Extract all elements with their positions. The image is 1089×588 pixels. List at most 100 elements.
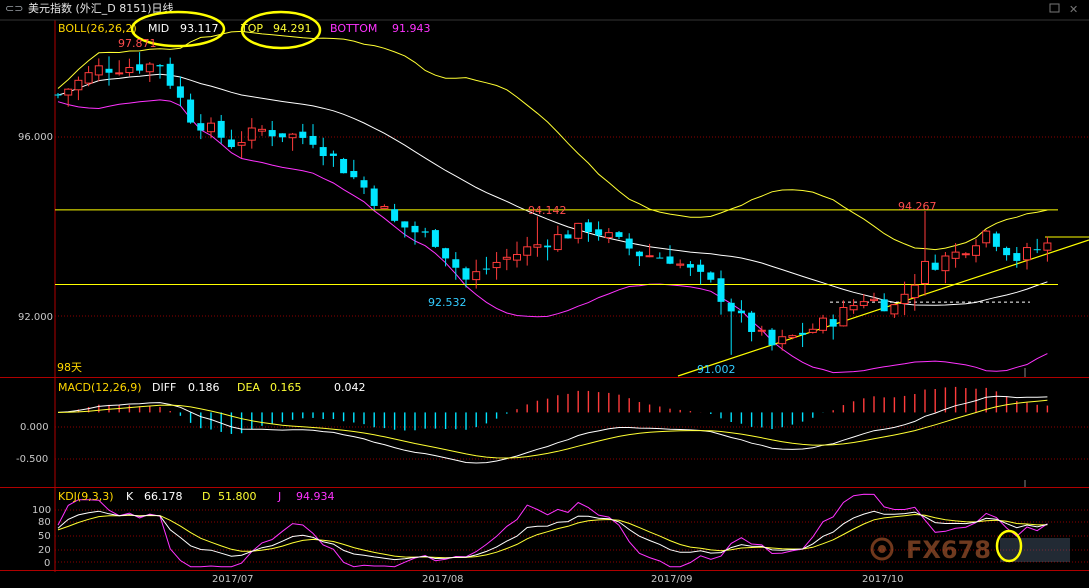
- candle-body-down: [799, 332, 807, 335]
- candle-body-up: [870, 298, 878, 302]
- candle-body-down: [707, 272, 715, 280]
- month-aug: 2017/08: [422, 574, 464, 585]
- link-icon[interactable]: ⊂⊃: [5, 2, 23, 15]
- candle-body-up: [247, 127, 256, 141]
- candle-body-up: [523, 246, 532, 256]
- label-low-sep: 91.002: [697, 363, 736, 376]
- label-mid-high: 94.142: [528, 204, 567, 217]
- candle-body-down: [227, 139, 235, 148]
- candle-body-up: [819, 317, 827, 331]
- candle-body-down: [319, 147, 327, 157]
- candle-body-down: [166, 63, 174, 86]
- candle-body-up: [553, 234, 562, 251]
- candle-body-down: [370, 188, 378, 206]
- candle-body-up: [757, 329, 766, 332]
- candle-body-down: [697, 264, 705, 272]
- candle-body-up: [676, 263, 685, 266]
- macd-tick-neg05: -0.500: [16, 454, 48, 465]
- candle-body-down: [401, 221, 409, 228]
- candle-body-up: [921, 260, 929, 285]
- candle-body-down: [309, 135, 317, 145]
- candle-body-up: [941, 255, 950, 272]
- candle-body-down: [656, 257, 664, 259]
- candle-body-up: [207, 122, 215, 133]
- kdj-d-label: D: [202, 490, 210, 503]
- candle-body-up: [237, 142, 246, 146]
- candle-body-up: [74, 79, 83, 91]
- candle-body-down: [278, 133, 286, 138]
- kdj-tick-50: 50: [38, 531, 51, 542]
- candle-body-down: [1013, 253, 1021, 261]
- macd-diff-value: 0.186: [188, 381, 220, 394]
- candle-body-down: [666, 256, 674, 264]
- label-low-mid: 92.532: [428, 296, 467, 309]
- candle-body-down: [360, 180, 368, 188]
- month-jul: 2017/07: [212, 574, 254, 585]
- macd-tick-0: 0.000: [20, 422, 49, 433]
- candle-body-down: [717, 278, 725, 302]
- candle-body-down: [105, 68, 113, 73]
- macd-dea-value: 0.165: [270, 381, 302, 394]
- candle-body-up: [951, 251, 960, 259]
- svg-text:FX678: FX678: [906, 536, 991, 564]
- candle-body-down: [187, 99, 195, 123]
- label-high-left: 97.871: [118, 37, 157, 50]
- candle-body-down: [880, 299, 888, 312]
- candle-body-up: [849, 305, 858, 311]
- macd-value: 0.042: [334, 381, 366, 394]
- candle-body-up: [502, 256, 511, 260]
- macd-name: MACD(12,26,9): [58, 381, 142, 394]
- boll-mid-value: 93.117: [180, 22, 219, 35]
- candle-body-up: [94, 65, 103, 76]
- candle-body-down: [564, 234, 572, 239]
- label-right-high: 94.267: [898, 200, 937, 213]
- kdj-d-value: 51.800: [218, 490, 257, 503]
- candle-body-down: [829, 319, 837, 327]
- candle-body-up: [910, 284, 919, 299]
- candle-body-up: [288, 133, 297, 139]
- candle-body-down: [340, 158, 348, 174]
- kdj-tick-0: 0: [44, 558, 50, 569]
- candle-body-up: [859, 301, 868, 306]
- boll-top-value: 94.291: [273, 22, 312, 35]
- boll-bottom-value: 91.943: [392, 22, 431, 35]
- candle-body-up: [900, 293, 909, 305]
- candle-body-up: [808, 328, 817, 333]
- candle-body-down: [217, 120, 225, 138]
- candle-body-down: [442, 248, 450, 259]
- candle-body-down: [768, 329, 776, 346]
- boll-bottom-label: BOTTOM: [330, 22, 377, 35]
- kdj-tick-80: 80: [38, 517, 51, 528]
- candle-body-down: [1003, 247, 1011, 256]
- candle-body-down: [268, 130, 276, 137]
- candle-body-up: [380, 206, 389, 209]
- candle-body-down: [1033, 249, 1041, 251]
- candle-body-down: [462, 268, 470, 280]
- candle-body-up: [1023, 247, 1031, 261]
- candle-body-down: [635, 251, 643, 257]
- candle-body-up: [778, 336, 787, 345]
- candle-body-down: [350, 171, 358, 178]
- kdj-j-label: J: [277, 490, 281, 503]
- candle-body-down: [54, 94, 62, 96]
- candle-body-up: [64, 88, 73, 96]
- candle-body-down: [197, 123, 205, 131]
- candle-body-down: [584, 222, 592, 233]
- candle-body-down: [299, 131, 307, 138]
- candle-body-up: [472, 271, 481, 281]
- price-tick-96: 96.000: [18, 132, 53, 143]
- candle-body-up: [513, 254, 521, 261]
- close-icon[interactable]: ✕: [1069, 3, 1078, 16]
- kdj-tick-20: 20: [38, 545, 51, 556]
- candle-body-down: [748, 312, 756, 332]
- candle-body-down: [431, 230, 439, 247]
- candle-body-up: [492, 261, 501, 269]
- candle-body-up: [258, 128, 266, 132]
- candle-body-up: [839, 307, 848, 327]
- candle-body-down: [544, 245, 552, 248]
- price-chart[interactable]: ⊂⊃ 美元指数 (外汇_D 8151)日线 ✕ BOLL(26,26,2) MI…: [0, 0, 1089, 588]
- candle-body-down: [931, 262, 939, 270]
- candle-body-up: [1043, 242, 1052, 251]
- candle-body-down: [156, 65, 164, 67]
- candle-body-down: [482, 268, 490, 270]
